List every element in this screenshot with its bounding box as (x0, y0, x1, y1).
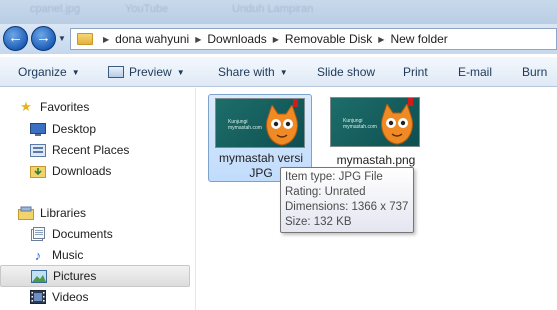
address-row: ← → ▼ ▶ dona wahyuni ▶ Downloads ▶ Removab… (0, 24, 557, 54)
share-with-button[interactable]: Share with ▼ (218, 65, 288, 79)
email-button[interactable]: E-mail (458, 65, 492, 79)
file-name: mymastah.png (336, 153, 416, 167)
organize-button[interactable]: Organize ▼ (18, 65, 80, 79)
recent-pages-dropdown-icon[interactable]: ▼ (58, 34, 66, 43)
nav-downloads[interactable]: Downloads (30, 160, 220, 182)
dropdown-arrow-icon: ▼ (71, 68, 80, 77)
nav-libraries[interactable]: Libraries (18, 202, 208, 224)
recent-places-icon (30, 143, 46, 157)
navigation-pane: ★ Favorites Desktop Recent Places Downlo… (0, 88, 195, 310)
tooltip-item-type: Item type: JPG File (285, 171, 383, 183)
dropdown-arrow-icon: ▼ (176, 68, 185, 77)
preview-button[interactable]: Preview ▼ (108, 65, 185, 79)
tooltip-dimensions: Dimensions: 1366 x 737 (285, 201, 409, 213)
nav-favorites[interactable]: ★ Favorites (18, 96, 208, 118)
cat-mascot-icon (381, 104, 413, 145)
burn-button[interactable]: Burn (522, 65, 547, 79)
print-button[interactable]: Print (403, 65, 428, 79)
image-thumbnail: Kunjungi mymastah.com (215, 98, 305, 148)
back-button[interactable]: ← (3, 26, 28, 51)
preview-icon (108, 66, 124, 78)
forward-arrow-icon: → (36, 29, 51, 46)
back-arrow-icon: ← (8, 29, 23, 46)
background-tab-strip: cpanel.jpg YouTube Unduh Lampiran (0, 0, 557, 24)
command-bar: Organize ▼ Preview ▼ Share with ▼ Slide sho… (0, 57, 557, 87)
pictures-icon (31, 269, 47, 283)
breadcrumb-item-removable-disk[interactable]: Removable Disk ▶ (285, 32, 391, 46)
folder-icon (77, 33, 93, 45)
forward-button[interactable]: → (31, 26, 56, 51)
dropdown-arrow-icon: ▼ (279, 68, 288, 77)
breadcrumb-item-downloads[interactable]: Downloads ▶ (207, 32, 285, 46)
nav-music[interactable]: ♪ Music (30, 244, 220, 266)
desktop-icon (30, 122, 46, 136)
cat-mascot-icon (266, 105, 298, 146)
breadcrumb-item-new-folder[interactable]: New folder (390, 32, 447, 46)
tooltip-rating: Rating: Unrated (285, 186, 366, 198)
nav-documents[interactable]: Documents (30, 223, 220, 245)
music-note-icon: ♪ (34, 247, 42, 263)
chevron-right-icon[interactable]: ▶ (103, 35, 109, 44)
breadcrumb-item-dona-wahyuni[interactable]: dona wahyuni ▶ (115, 32, 207, 46)
nav-pictures[interactable]: Pictures (0, 265, 190, 287)
star-icon: ★ (20, 99, 32, 114)
breadcrumb[interactable]: ▶ dona wahyuni ▶ Downloads ▶ Removable Dis… (70, 28, 557, 50)
nav-desktop[interactable]: Desktop (30, 118, 220, 140)
documents-icon (30, 227, 46, 241)
chevron-right-icon[interactable]: ▶ (378, 35, 384, 44)
file-info-tooltip: Item type: JPG File Rating: Unrated Dime… (280, 167, 414, 233)
nav-recent-places[interactable]: Recent Places (30, 139, 220, 161)
image-thumbnail: Kunjungi mymastah.com (330, 97, 420, 147)
slide-show-button[interactable]: Slide show (317, 65, 375, 79)
downloads-folder-icon (30, 164, 46, 178)
background-tab-2: YouTube (125, 3, 169, 15)
tooltip-size: Size: 132 KB (285, 216, 352, 228)
background-tab-1: cpanel.jpg (30, 3, 81, 15)
videos-film-icon (30, 290, 46, 304)
background-tab-3: Unduh Lampiran (232, 3, 314, 15)
nav-videos[interactable]: Videos (30, 286, 220, 308)
libraries-icon (18, 206, 34, 220)
chevron-right-icon[interactable]: ▶ (195, 35, 201, 44)
chevron-right-icon[interactable]: ▶ (273, 35, 279, 44)
